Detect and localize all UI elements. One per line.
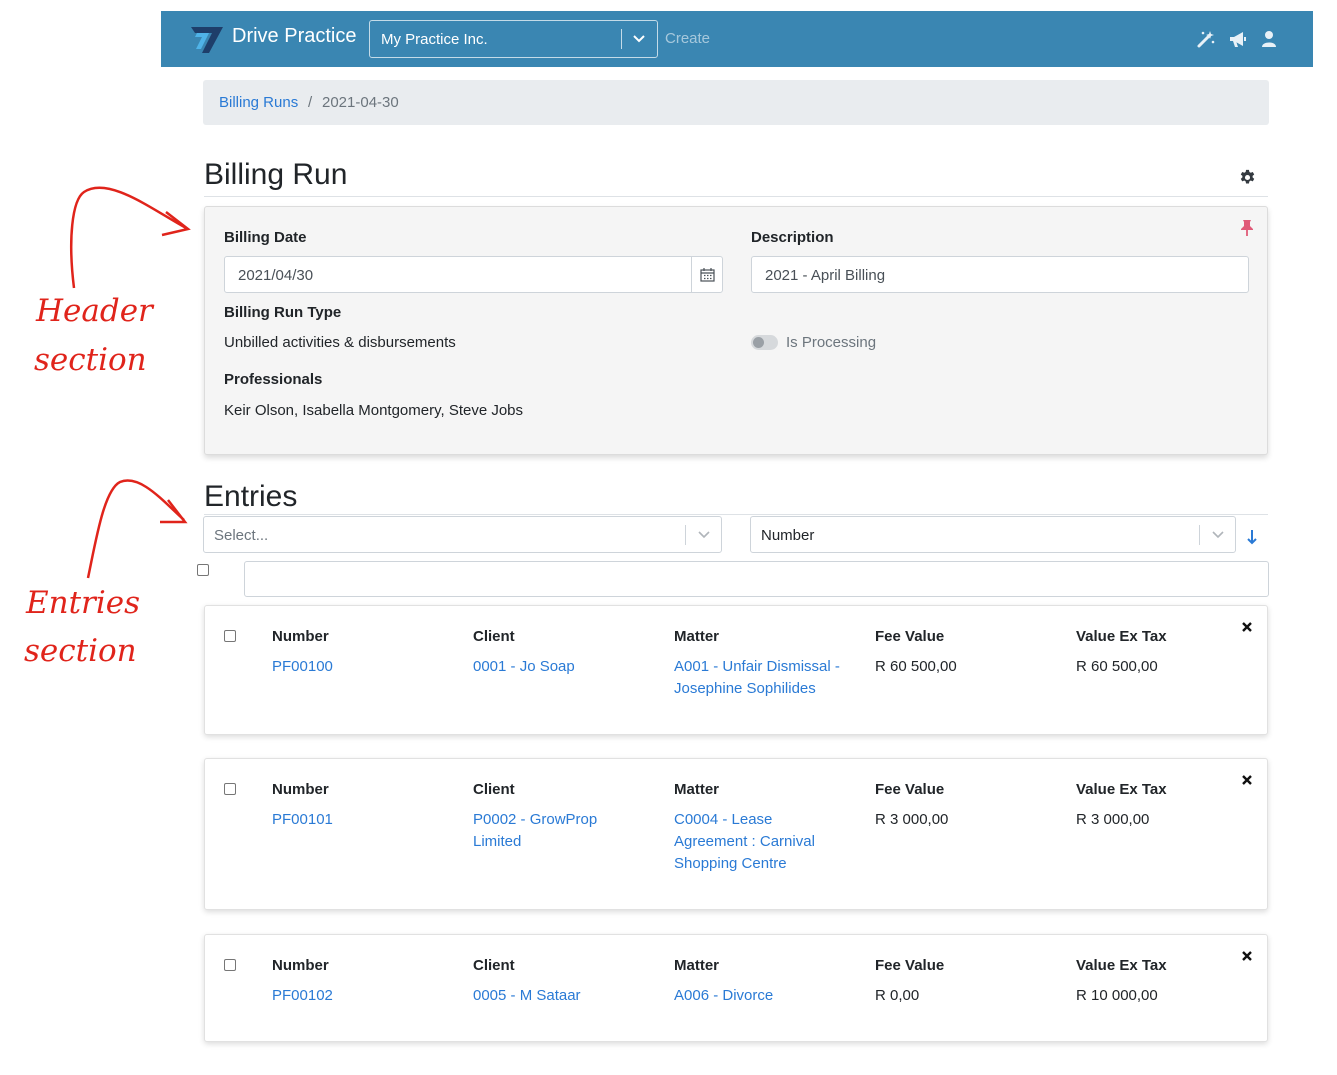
chevron-down-icon[interactable] bbox=[696, 528, 712, 542]
matter-header: Matter bbox=[674, 628, 720, 645]
select-all-checkbox[interactable] bbox=[197, 564, 209, 576]
practice-select-value: My Practice Inc. bbox=[381, 31, 488, 48]
entries-title: Entries bbox=[204, 480, 298, 513]
number-header: Number bbox=[272, 628, 329, 645]
value-ex-tax-header: Value Ex Tax bbox=[1076, 957, 1167, 974]
entry-matter-link[interactable]: C0004 - Lease Agreement : Carnival Shopp… bbox=[674, 809, 834, 875]
sort-direction-arrow-icon[interactable] bbox=[1245, 528, 1259, 546]
gear-icon[interactable] bbox=[1239, 169, 1256, 186]
entry-client-link[interactable]: 0001 - Jo Soap bbox=[473, 656, 653, 678]
entry-checkbox[interactable] bbox=[224, 630, 236, 642]
entry-checkbox[interactable] bbox=[224, 959, 236, 971]
billing-run-header-card: Billing Date 2021/04/30 Description 2021… bbox=[204, 206, 1268, 455]
entry-card: Number Client Matter Fee Value Value Ex … bbox=[204, 758, 1268, 910]
title-divider bbox=[204, 196, 1268, 197]
entry-card: Number Client Matter Fee Value Value Ex … bbox=[204, 934, 1268, 1042]
description-value: 2021 - April Billing bbox=[765, 267, 886, 284]
entry-value-ex-tax: R 60 500,00 bbox=[1076, 658, 1158, 675]
entry-value-ex-tax: R 10 000,00 bbox=[1076, 987, 1158, 1004]
annotation-entries-line2: section bbox=[24, 633, 137, 669]
annotation-header-line1: Header bbox=[36, 293, 153, 329]
matter-header: Matter bbox=[674, 781, 720, 798]
page-title: Billing Run bbox=[204, 158, 348, 191]
entry-client-link[interactable]: P0002 - GrowProp Limited bbox=[473, 809, 633, 853]
is-processing-label: Is Processing bbox=[786, 334, 877, 351]
description-label: Description bbox=[751, 229, 834, 246]
breadcrumb-separator: / bbox=[308, 94, 313, 111]
entry-number-link[interactable]: PF00101 bbox=[272, 809, 452, 831]
group-by-placeholder: Select... bbox=[214, 527, 269, 544]
billing-date-input[interactable]: 2021/04/30 bbox=[224, 256, 723, 293]
chevron-down-icon[interactable] bbox=[629, 31, 649, 47]
matter-header: Matter bbox=[674, 957, 720, 974]
sort-by-value: Number bbox=[761, 527, 815, 544]
remove-entry-icon[interactable] bbox=[1240, 773, 1254, 787]
entry-fee-value: R 3 000,00 bbox=[875, 811, 949, 828]
is-processing-toggle[interactable] bbox=[751, 335, 778, 350]
annotation-entries-line1: Entries bbox=[26, 585, 141, 621]
entry-matter-link[interactable]: A006 - Divorce bbox=[674, 985, 854, 1007]
entries-filter-input[interactable] bbox=[244, 561, 1269, 597]
breadcrumb-link-billing-runs[interactable]: Billing Runs bbox=[219, 94, 298, 111]
entry-card: Number Client Matter Fee Value Value Ex … bbox=[204, 605, 1268, 735]
number-header: Number bbox=[272, 957, 329, 974]
billing-date-value: 2021/04/30 bbox=[238, 267, 314, 284]
client-header: Client bbox=[473, 628, 515, 645]
value-ex-tax-header: Value Ex Tax bbox=[1076, 628, 1167, 645]
entry-checkbox[interactable] bbox=[224, 783, 236, 795]
entry-fee-value: R 0,00 bbox=[875, 987, 920, 1004]
breadcrumb: Billing Runs / 2021-04-30 bbox=[203, 80, 1269, 125]
breadcrumb-current: 2021-04-30 bbox=[322, 94, 399, 111]
user-icon[interactable] bbox=[1259, 29, 1279, 49]
practice-select[interactable]: My Practice Inc. bbox=[369, 20, 658, 58]
billing-run-type-label: Billing Run Type bbox=[224, 304, 342, 321]
remove-entry-icon[interactable] bbox=[1240, 620, 1254, 634]
fee-value-header: Fee Value bbox=[875, 781, 945, 798]
select-separator bbox=[621, 29, 622, 49]
calendar-icon bbox=[700, 268, 715, 282]
entry-number-link[interactable]: PF00102 bbox=[272, 985, 452, 1007]
value-ex-tax-header: Value Ex Tax bbox=[1076, 781, 1167, 798]
create-link[interactable]: Create bbox=[665, 30, 710, 47]
entries-divider bbox=[204, 514, 1268, 515]
chevron-down-icon[interactable] bbox=[1210, 528, 1226, 542]
billing-date-label: Billing Date bbox=[224, 229, 307, 246]
client-header: Client bbox=[473, 957, 515, 974]
fee-value-header: Fee Value bbox=[875, 957, 945, 974]
entry-client-link[interactable]: 0005 - M Sataar bbox=[473, 985, 653, 1007]
annotation-header-line2: section bbox=[34, 342, 147, 378]
megaphone-icon[interactable] bbox=[1228, 29, 1248, 49]
entry-fee-value: R 60 500,00 bbox=[875, 658, 957, 675]
brand-name[interactable]: Drive Practice bbox=[232, 25, 356, 48]
billing-run-type-value: Unbilled activities & disbursements bbox=[224, 334, 456, 351]
app-logo-icon[interactable] bbox=[189, 23, 225, 55]
magic-wand-icon[interactable] bbox=[1196, 29, 1216, 49]
remove-entry-icon[interactable] bbox=[1240, 949, 1254, 963]
client-header: Client bbox=[473, 781, 515, 798]
entry-value-ex-tax: R 3 000,00 bbox=[1076, 811, 1150, 828]
group-by-select[interactable]: Select... bbox=[203, 516, 722, 553]
fee-value-header: Fee Value bbox=[875, 628, 945, 645]
sort-by-select[interactable]: Number bbox=[750, 516, 1236, 553]
calendar-button[interactable] bbox=[691, 257, 722, 292]
professionals-label: Professionals bbox=[224, 371, 323, 388]
entry-number-link[interactable]: PF00100 bbox=[272, 656, 452, 678]
select-separator bbox=[1199, 525, 1200, 545]
top-navbar: Drive Practice My Practice Inc. Create bbox=[161, 11, 1313, 67]
pin-icon[interactable] bbox=[1240, 219, 1254, 237]
description-input[interactable]: 2021 - April Billing bbox=[751, 256, 1249, 293]
entry-matter-link[interactable]: A001 - Unfair Dismissal - Josephine Soph… bbox=[674, 656, 854, 700]
toggle-knob bbox=[753, 337, 764, 348]
number-header: Number bbox=[272, 781, 329, 798]
professionals-value: Keir Olson, Isabella Montgomery, Steve J… bbox=[224, 402, 524, 419]
select-separator bbox=[685, 525, 686, 545]
